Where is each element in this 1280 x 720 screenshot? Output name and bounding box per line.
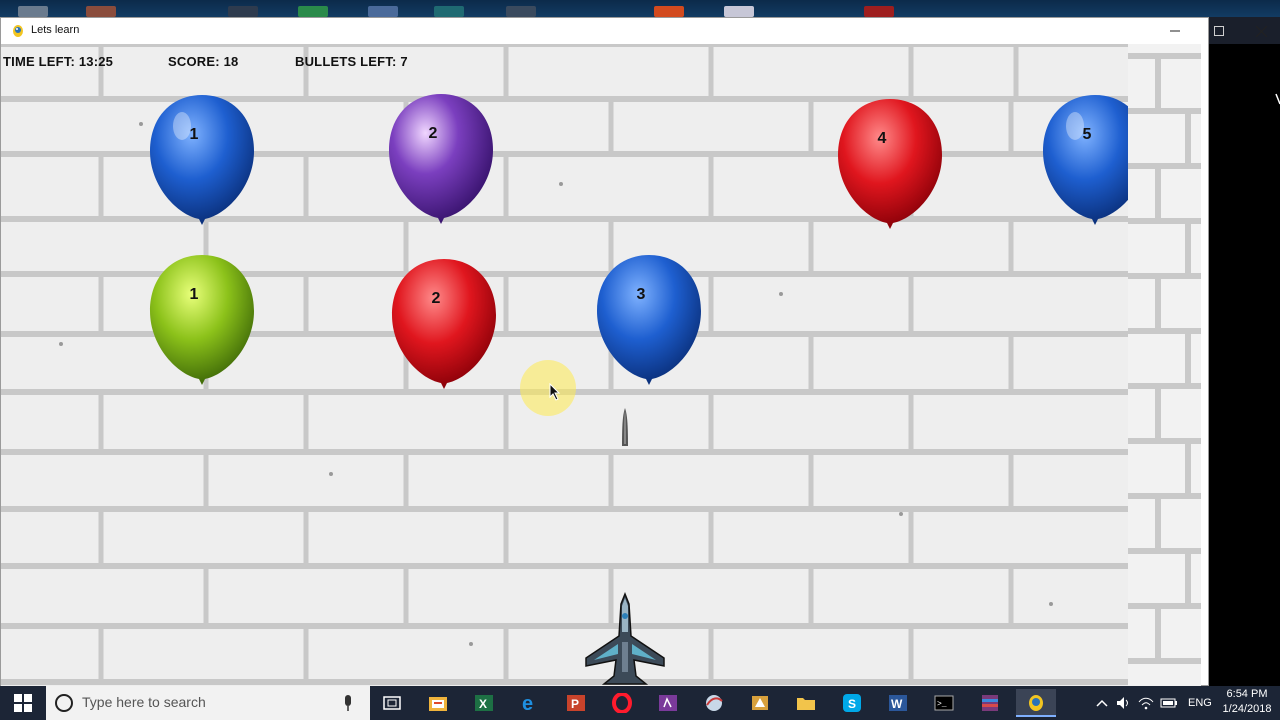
winrar-icon[interactable]	[970, 689, 1010, 717]
title-bar[interactable]: Lets learn	[1, 18, 1267, 44]
battery-icon[interactable]	[1160, 697, 1178, 709]
maximize-button[interactable]	[1197, 18, 1241, 44]
balloon-number: 4	[877, 130, 887, 147]
opera-icon[interactable]	[602, 689, 642, 717]
cursor-highlight	[520, 360, 576, 416]
desktop-icon	[228, 6, 258, 17]
balloon-shape	[392, 259, 496, 389]
clock-time: 6:54 PM	[1226, 688, 1268, 700]
balloon-shape	[1043, 95, 1128, 225]
balloon-number: 5	[1082, 126, 1092, 143]
balloon-shape	[150, 95, 254, 225]
microphone-icon[interactable]	[342, 693, 354, 713]
balloon[interactable]: 1	[148, 251, 256, 393]
desktop-icon	[368, 6, 398, 17]
svg-text:e: e	[522, 693, 533, 713]
pygame-snake-icon	[13, 25, 23, 37]
balloon-number: 2	[428, 125, 438, 142]
balloon[interactable]: 4	[836, 95, 944, 237]
background-window	[1209, 44, 1280, 686]
time-left-label: TIME LEFT: 13:25	[3, 54, 114, 69]
balloon-shape	[389, 94, 493, 224]
windows-taskbar: Type here to search X e P S W >_ ENG 6:5…	[0, 686, 1280, 720]
desktop-background	[0, 0, 1280, 17]
start-button[interactable]	[0, 686, 46, 720]
desktop-icon	[18, 6, 48, 17]
desktop-icon	[434, 6, 464, 17]
desktop-icon	[654, 6, 684, 17]
svg-text:W: W	[891, 697, 903, 711]
desktop-icon	[298, 6, 328, 17]
close-icon	[1255, 25, 1267, 37]
system-tray: ENG	[1096, 686, 1212, 720]
close-button[interactable]	[1239, 18, 1280, 44]
window-title: Lets learn	[31, 24, 80, 36]
maximize-icon	[1214, 26, 1224, 36]
balloon[interactable]: 1	[148, 91, 256, 233]
taskbar-search-box[interactable]: Type here to search	[46, 686, 370, 720]
minimize-button[interactable]	[1153, 18, 1197, 44]
fighter-jet-player[interactable]	[584, 592, 666, 686]
minimize-icon	[1170, 30, 1180, 32]
folder-icon[interactable]	[786, 689, 826, 717]
search-placeholder: Type here to search	[82, 694, 206, 710]
clock[interactable]: 6:54 PM 1/24/2018	[1216, 687, 1278, 717]
volume-icon[interactable]	[1116, 696, 1132, 710]
skype-icon[interactable]: S	[832, 689, 872, 717]
balloon[interactable]: 2	[390, 255, 498, 397]
desktop-icon	[506, 6, 536, 17]
clock-date: 1/24/2018	[1222, 703, 1272, 715]
app-icon[interactable]	[740, 689, 780, 717]
svg-text:X: X	[479, 697, 487, 711]
balloon-shape	[150, 255, 254, 385]
onenote-icon[interactable]	[648, 689, 688, 717]
file-explorer-folder-icon[interactable]	[418, 689, 458, 717]
svg-text:>_: >_	[937, 700, 947, 709]
python-icon[interactable]	[1016, 689, 1056, 717]
balloon[interactable]: 5	[1041, 91, 1128, 233]
terminal-icon[interactable]: >_	[924, 689, 964, 717]
desktop-icon	[724, 6, 754, 17]
bullet	[622, 408, 628, 446]
word-icon[interactable]: W	[878, 689, 918, 717]
balloon[interactable]: 2	[387, 90, 495, 232]
desktop-icon	[864, 6, 894, 17]
balloon[interactable]: 3	[595, 251, 703, 393]
excel-icon[interactable]: X	[464, 689, 504, 717]
balloon-number: 1	[189, 286, 199, 303]
game-canvas[interactable]: TIME LEFT: 13:25 SCORE: 18 BULLETS LEFT:…	[1, 44, 1128, 686]
browser-icon[interactable]	[694, 689, 734, 717]
brick-wall-edge	[1128, 44, 1201, 686]
wifi-icon[interactable]	[1138, 696, 1154, 710]
score-label: SCORE: 18	[168, 54, 239, 69]
cortana-circle-icon	[55, 694, 73, 712]
balloon-number: 3	[636, 286, 646, 303]
task-view-icon[interactable]	[372, 689, 412, 717]
show-hidden-icons-chevron-icon[interactable]	[1096, 698, 1108, 708]
svg-text:P: P	[571, 697, 579, 711]
powerpoint-icon[interactable]: P	[556, 689, 596, 717]
balloon-shape	[838, 99, 942, 229]
mouse-cursor-icon	[549, 383, 561, 401]
balloon-shape	[597, 255, 701, 385]
balloon-number: 2	[431, 290, 441, 307]
windows-logo-icon	[14, 694, 32, 712]
language-indicator[interactable]: ENG	[1188, 697, 1212, 709]
edge-icon[interactable]: e	[510, 689, 550, 717]
bullets-left-label: BULLETS LEFT: 7	[295, 54, 408, 69]
balloon-number: 1	[189, 126, 199, 143]
svg-text:S: S	[848, 697, 856, 711]
desktop-icon	[86, 6, 116, 17]
